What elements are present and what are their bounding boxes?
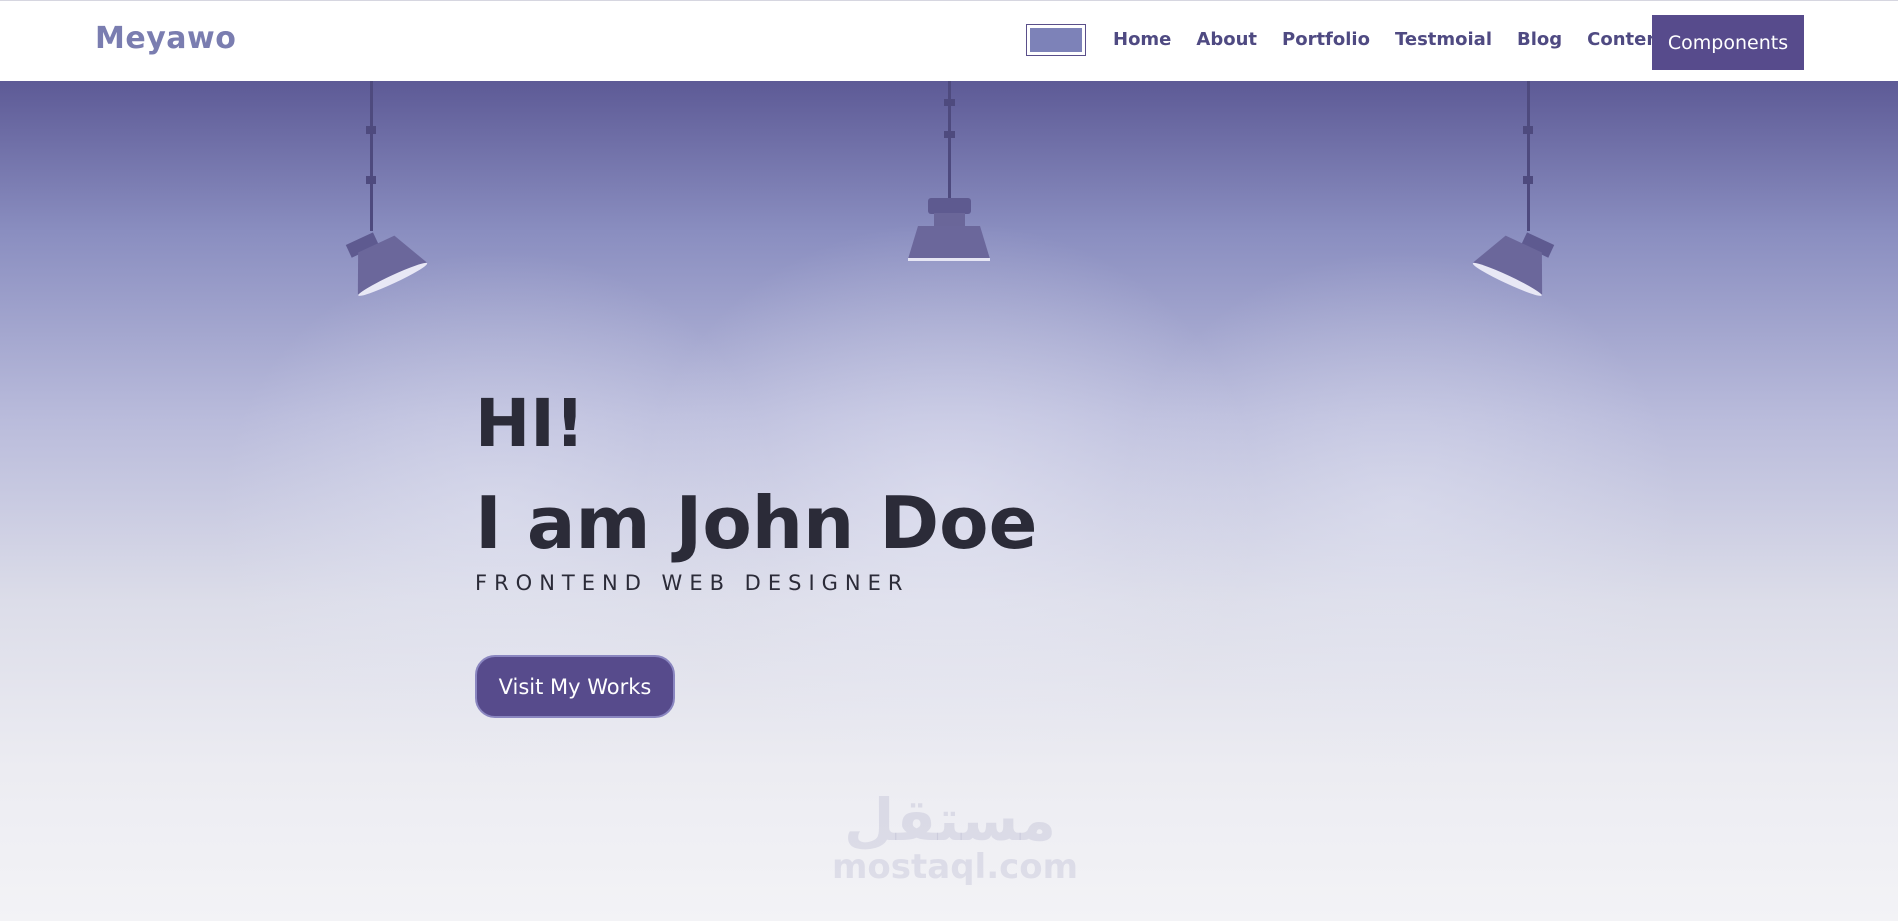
hero-section: HI! I am John Doe FRONTEND WEB DESIGNER … xyxy=(0,81,1898,921)
hero-subtitle: FRONTEND WEB DESIGNER xyxy=(475,571,910,595)
hero-content: HI! I am John Doe FRONTEND WEB DESIGNER … xyxy=(475,391,1037,718)
watermark-arabic: مستقل xyxy=(843,786,1057,854)
hero-greeting: HI! xyxy=(475,385,585,462)
navbar: Meyawo Home About Portfolio Testmoial Bl… xyxy=(0,0,1898,81)
nav-link-testimonial[interactable]: Testmoial xyxy=(1395,29,1492,50)
watermark: مستقل mostaql.com xyxy=(832,786,1079,887)
spotlight-lamp-icon xyxy=(345,81,428,296)
nav-link-about[interactable]: About xyxy=(1196,29,1257,50)
components-button[interactable]: Components xyxy=(1652,15,1804,70)
light-glow xyxy=(1120,251,1680,771)
nav-links: Home About Portfolio Testmoial Blog Cont… xyxy=(1113,29,1668,50)
nav-link-home[interactable]: Home xyxy=(1113,29,1171,50)
visit-works-button[interactable]: Visit My Works xyxy=(475,655,675,718)
brand-logo[interactable]: Meyawo xyxy=(95,21,236,56)
watermark-latin: mostaql.com xyxy=(832,847,1079,887)
menu-toggle-icon[interactable] xyxy=(1026,24,1086,56)
hero-name: I am John Doe xyxy=(475,481,1038,565)
nav-link-blog[interactable]: Blog xyxy=(1517,29,1562,50)
nav-link-portfolio[interactable]: Portfolio xyxy=(1282,29,1370,50)
spotlight-lamp-icon xyxy=(908,81,990,261)
spotlight-lamp-icon xyxy=(1472,81,1555,296)
